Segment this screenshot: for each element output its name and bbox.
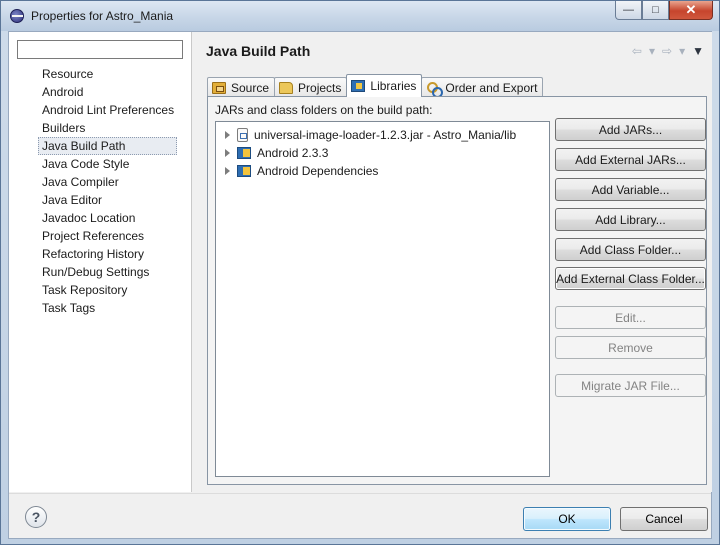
tree-item-label: universal-image-loader-1.2.3.jar - Astro…	[254, 128, 517, 142]
nav-item-run-debug-settings[interactable]: Run/Debug Settings	[39, 263, 177, 281]
page-navigation: ⇦ ▾ ⇨ ▾ ▼	[632, 44, 704, 58]
nav-item-javadoc-location[interactable]: Javadoc Location	[39, 209, 177, 227]
edit-button[interactable]: Edit...	[555, 306, 706, 329]
help-icon[interactable]: ?	[25, 506, 47, 528]
projects-folder-icon	[279, 81, 294, 94]
tree-item-label: Android 2.3.3	[257, 146, 329, 160]
add-library-button[interactable]: Add Library...	[555, 208, 706, 231]
tab-label: Source	[231, 80, 270, 95]
tree-item-label: Android Dependencies	[257, 164, 379, 178]
window-controls: — □ ✕	[615, 1, 713, 21]
tab-order-and-export[interactable]: Order and Export	[421, 77, 544, 98]
minimize-icon: —	[623, 4, 634, 16]
cancel-button[interactable]: Cancel	[620, 507, 708, 531]
jar-icon	[237, 128, 248, 142]
dialog-client-area: Resource Android Android Lint Preferences B…	[8, 31, 712, 539]
tab-libraries[interactable]: Libraries	[346, 74, 423, 97]
expand-icon[interactable]	[225, 167, 230, 175]
add-external-jars-button[interactable]: Add External JARs...	[555, 148, 706, 171]
forward-menu-icon[interactable]: ▾	[679, 44, 685, 58]
remove-button[interactable]: Remove	[555, 336, 706, 359]
library-icon	[237, 147, 251, 159]
tab-projects[interactable]: Projects	[274, 77, 348, 97]
tab-label: Order and Export	[445, 80, 538, 95]
nav-item-java-code-style[interactable]: Java Code Style	[39, 155, 177, 173]
properties-dialog: Properties for Astro_Mania — □ ✕ Resourc…	[0, 0, 720, 545]
nav-item-android[interactable]: Android	[39, 83, 177, 101]
add-external-class-folder-button[interactable]: Add External Class Folder...	[555, 267, 706, 290]
window-title: Properties for Astro_Mania	[31, 9, 174, 23]
page-content: Java Build Path ⇦ ▾ ⇨ ▾ ▼ Source Project…	[193, 32, 712, 492]
nav-item-java-compiler[interactable]: Java Compiler	[39, 173, 177, 191]
close-icon: ✕	[685, 2, 697, 17]
source-folder-icon	[212, 81, 226, 94]
filter-input[interactable]	[17, 40, 183, 59]
build-path-tabs: Source Projects Libraries Order and Expo…	[207, 74, 544, 98]
expand-icon[interactable]	[225, 149, 230, 157]
maximize-icon: □	[652, 4, 659, 16]
ok-button[interactable]: OK	[523, 507, 611, 531]
migrate-jar-button[interactable]: Migrate JAR File...	[555, 374, 706, 397]
tab-label: Libraries	[370, 79, 417, 93]
expand-icon[interactable]	[225, 131, 230, 139]
tree-item-android-sdk[interactable]: Android 2.3.3	[225, 144, 328, 162]
nav-item-task-repository[interactable]: Task Repository	[39, 281, 177, 299]
back-menu-icon[interactable]: ▾	[649, 44, 655, 58]
eclipse-icon	[10, 9, 24, 23]
libraries-icon	[351, 80, 366, 92]
nav-item-task-tags[interactable]: Task Tags	[39, 299, 177, 317]
nav-item-refactoring-history[interactable]: Refactoring History	[39, 245, 177, 263]
nav-item-builders[interactable]: Builders	[39, 119, 177, 137]
title-bar[interactable]: Properties for Astro_Mania — □ ✕	[1, 1, 719, 31]
tree-item-jar[interactable]: universal-image-loader-1.2.3.jar - Astro…	[225, 126, 516, 144]
nav-item-project-references[interactable]: Project References	[39, 227, 177, 245]
nav-item-android-lint-preferences[interactable]: Android Lint Preferences	[39, 101, 177, 119]
build-path-label: JARs and class folders on the build path…	[215, 103, 433, 117]
property-pages-pane: Resource Android Android Lint Preferences B…	[9, 32, 192, 492]
add-variable-button[interactable]: Add Variable...	[555, 178, 706, 201]
nav-item-java-editor[interactable]: Java Editor	[39, 191, 177, 209]
tab-source[interactable]: Source	[207, 77, 276, 97]
property-pages-list: Resource Android Android Lint Preferences B…	[38, 65, 178, 317]
order-export-icon	[426, 81, 444, 98]
tab-label: Projects	[298, 80, 342, 95]
dialog-footer: ? OK Cancel	[9, 493, 711, 538]
close-button[interactable]: ✕	[669, 1, 713, 20]
maximize-button[interactable]: □	[642, 1, 669, 20]
add-class-folder-button[interactable]: Add Class Folder...	[555, 238, 706, 261]
nav-item-java-build-path[interactable]: Java Build Path	[38, 137, 178, 155]
libraries-panel: JARs and class folders on the build path…	[207, 96, 707, 485]
add-jars-button[interactable]: Add JARs...	[555, 118, 706, 141]
page-title: Java Build Path	[206, 43, 311, 59]
view-menu-icon[interactable]: ▼	[692, 44, 704, 58]
minimize-button[interactable]: —	[615, 1, 642, 20]
build-path-tree[interactable]: universal-image-loader-1.2.3.jar - Astro…	[215, 121, 550, 477]
tree-item-android-dependencies[interactable]: Android Dependencies	[225, 162, 378, 180]
forward-arrow-icon[interactable]: ⇨	[662, 44, 672, 58]
back-arrow-icon[interactable]: ⇦	[632, 44, 642, 58]
nav-item-resource[interactable]: Resource	[39, 65, 177, 83]
library-icon	[237, 165, 251, 177]
